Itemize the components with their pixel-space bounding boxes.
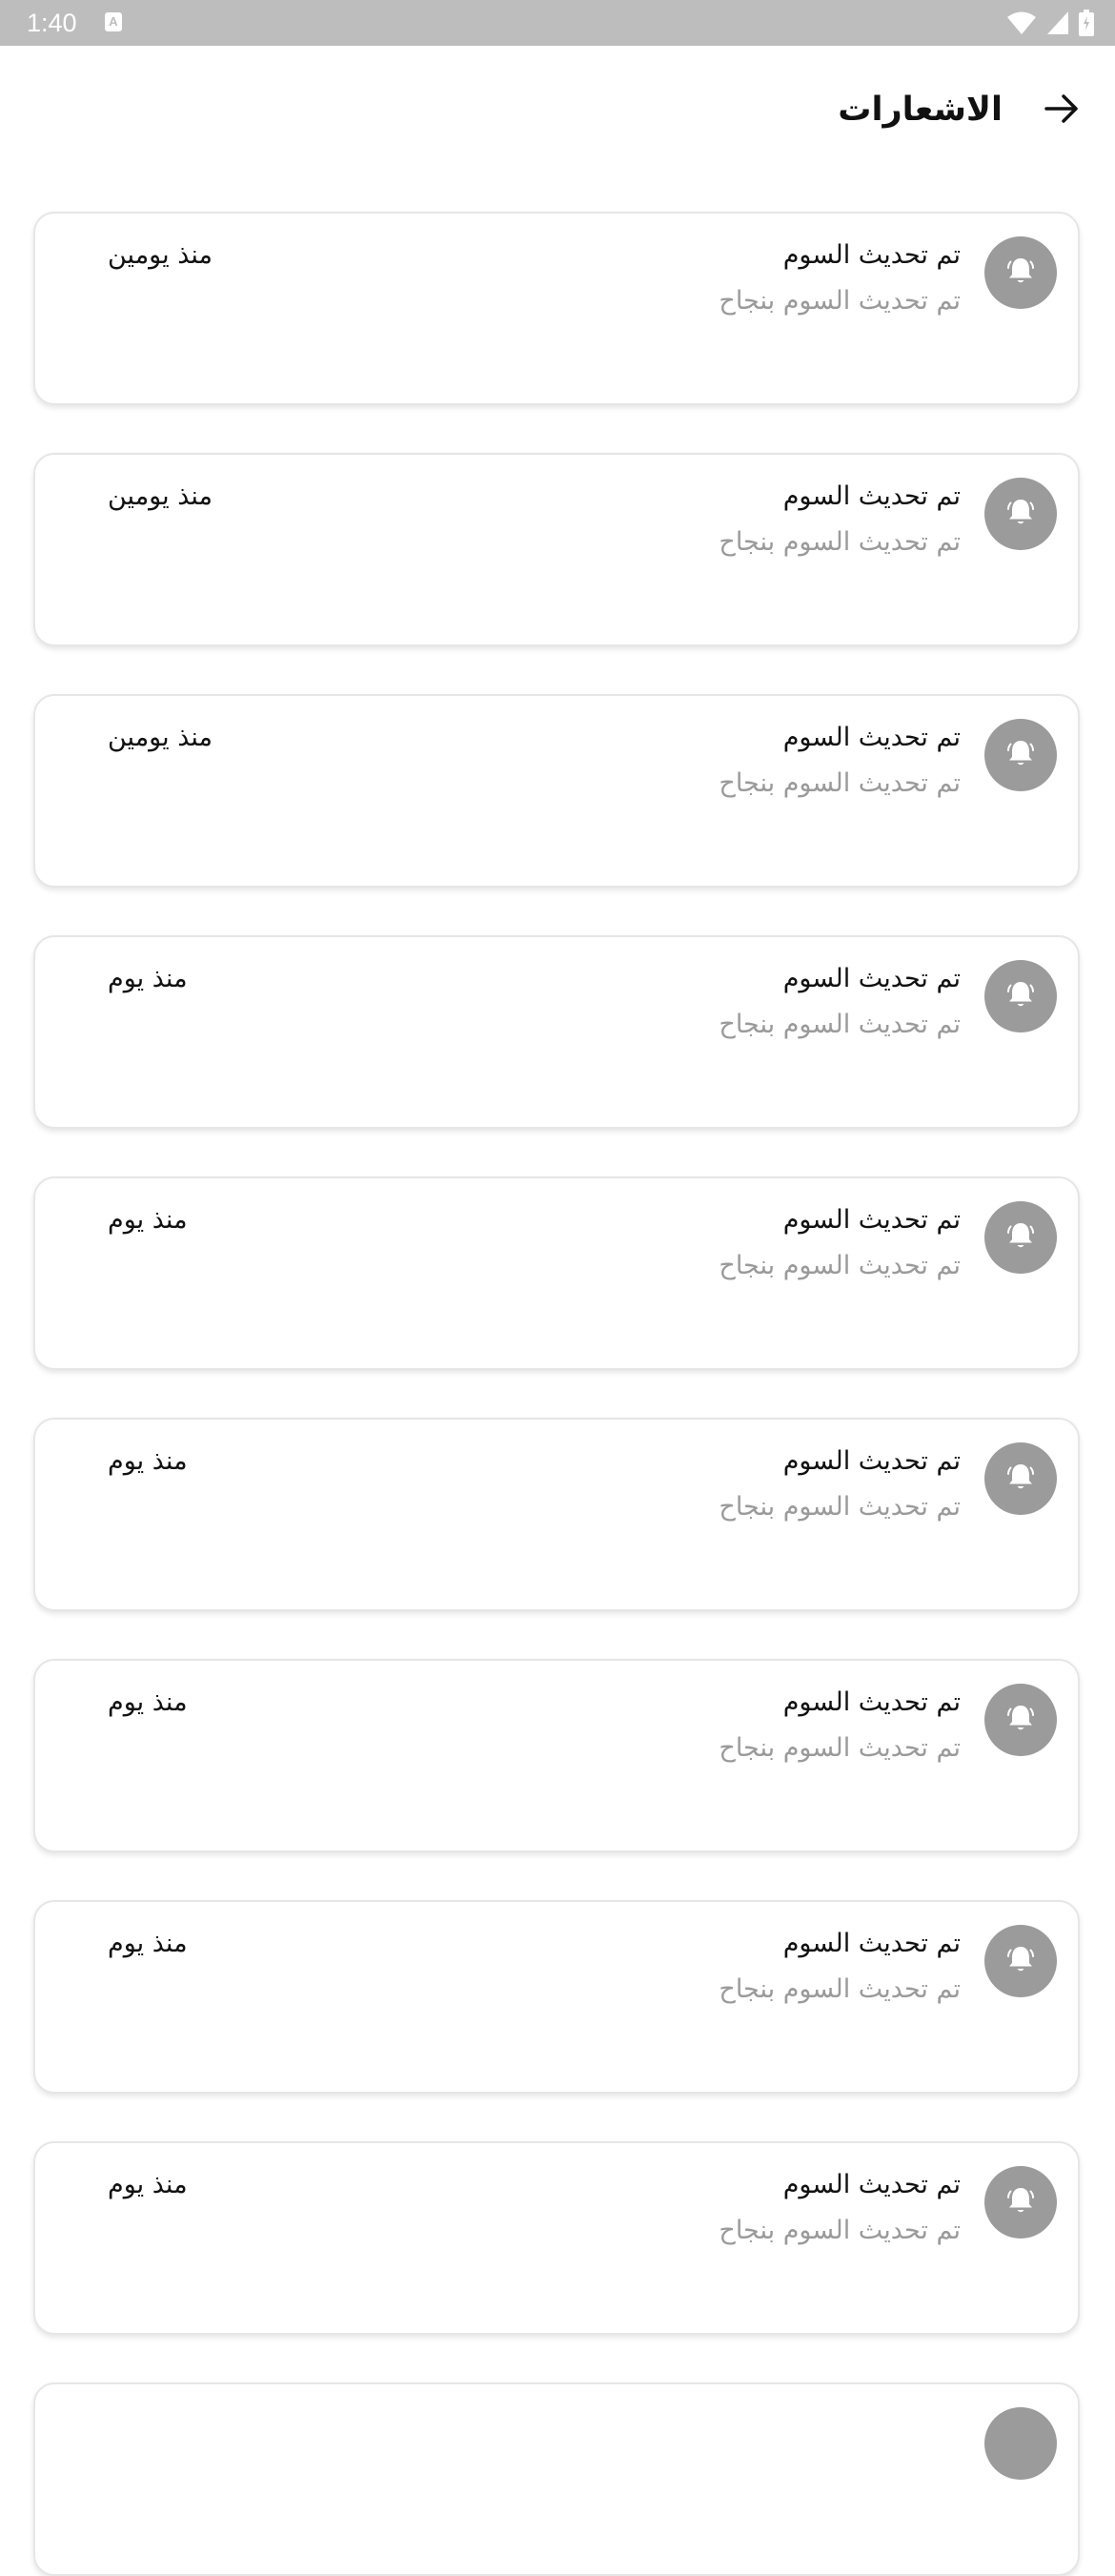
notification-time: منذ يوم (108, 2170, 188, 2199)
bell-icon (1003, 736, 1038, 774)
notification-avatar (984, 2166, 1057, 2239)
notification-card[interactable]: تم تحديث السوم تم تحديث السوم بنجاح منذ يو… (33, 1900, 1080, 2094)
notification-time: منذ يوم (108, 1205, 188, 1235)
notification-time: منذ يوم (108, 964, 188, 993)
wifi-icon (1006, 10, 1037, 35)
notification-card[interactable]: تم تحديث السوم تم تحديث السوم بنجاح منذ يو… (33, 1659, 1080, 1852)
notification-card[interactable]: تم تحديث السوم تم تحديث السوم بنجاح منذ يو… (33, 935, 1080, 1129)
notification-body: تم تحديث السوم بنجاح (719, 1010, 961, 1039)
bell-icon (1003, 977, 1038, 1015)
status-bar: 1:40 A (0, 0, 1115, 46)
status-time: 1:40 (27, 9, 77, 37)
notification-avatar (984, 1442, 1057, 1515)
notification-card[interactable]: تم تحديث السوم تم تحديث السوم بنجاح منذ يو… (33, 1418, 1080, 1611)
notification-avatar (984, 719, 1057, 791)
notification-avatar (984, 960, 1057, 1032)
notification-time: منذ يوم (108, 1929, 188, 1958)
notification-avatar (984, 1925, 1057, 1997)
notification-title: تم تحديث السوم (782, 723, 961, 752)
battery-icon (1079, 10, 1094, 36)
notification-card[interactable]: تم تحديث السوم تم تحديث السوم بنجاح منذ يو… (33, 694, 1080, 888)
notification-title: تم تحديث السوم (782, 964, 961, 993)
notification-time: منذ يومين (108, 240, 213, 270)
notification-time: منذ يومين (108, 723, 213, 752)
notification-card-partial[interactable] (33, 2382, 1080, 2576)
notification-avatar (984, 236, 1057, 309)
bell-icon (1003, 254, 1038, 292)
notification-avatar (984, 1201, 1057, 1274)
notification-title: تم تحديث السوم (782, 1687, 961, 1717)
notification-card[interactable]: تم تحديث السوم تم تحديث السوم بنجاح منذ يو… (33, 453, 1080, 646)
back-button[interactable] (1039, 88, 1085, 133)
notification-card[interactable]: تم تحديث السوم تم تحديث السوم بنجاح منذ يو… (33, 212, 1080, 405)
notification-avatar (984, 478, 1057, 550)
notification-title: تم تحديث السوم (782, 481, 961, 511)
notification-card[interactable]: تم تحديث السوم تم تحديث السوم بنجاح منذ يو… (33, 2141, 1080, 2335)
app-header: الاشعارات (0, 46, 1115, 174)
notification-title: تم تحديث السوم (782, 1446, 961, 1476)
bell-icon (1003, 2183, 1038, 2221)
a-icon: A (105, 12, 122, 31)
notification-body: تم تحديث السوم بنجاح (719, 768, 961, 798)
bell-icon (1003, 1942, 1038, 1980)
notification-body: تم تحديث السوم بنجاح (719, 286, 961, 316)
notification-time: منذ يوم (108, 1446, 188, 1476)
notification-body: تم تحديث السوم بنجاح (719, 1733, 961, 1763)
notification-body: تم تحديث السوم بنجاح (719, 2216, 961, 2245)
notification-body: تم تحديث السوم بنجاح (719, 1492, 961, 1522)
bell-icon (1003, 1460, 1038, 1498)
notification-body: تم تحديث السوم بنجاح (719, 527, 961, 557)
notification-body: تم تحديث السوم بنجاح (719, 1251, 961, 1280)
notification-time: منذ يومين (108, 481, 213, 511)
signal-icon (1046, 10, 1069, 35)
page-title: الاشعارات (838, 91, 1003, 129)
bell-icon (1003, 1701, 1038, 1739)
notification-card[interactable]: تم تحديث السوم تم تحديث السوم بنجاح منذ يو… (33, 1176, 1080, 1370)
notification-body: تم تحديث السوم بنجاح (719, 1974, 961, 2004)
notification-title: تم تحديث السوم (782, 240, 961, 270)
notification-avatar (984, 2407, 1057, 2480)
arrow-right-icon (1043, 90, 1081, 132)
notification-time: منذ يوم (108, 1687, 188, 1717)
status-icons (1006, 10, 1094, 36)
bell-icon (1003, 1218, 1038, 1257)
notification-title: تم تحديث السوم (782, 1205, 961, 1235)
notification-title: تم تحديث السوم (782, 2170, 961, 2199)
bell-icon (1003, 495, 1038, 533)
notification-avatar (984, 1684, 1057, 1756)
notification-title: تم تحديث السوم (782, 1929, 961, 1958)
